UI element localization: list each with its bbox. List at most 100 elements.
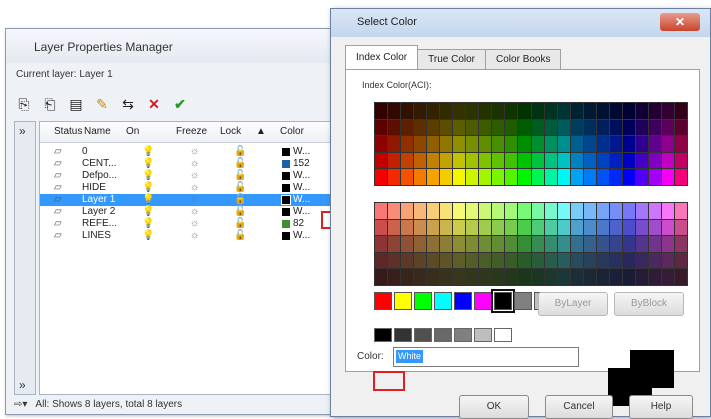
aci-swatch[interactable] [505, 136, 518, 152]
aci-swatch[interactable] [388, 236, 401, 252]
aci-swatch[interactable] [388, 169, 401, 185]
aci-swatch[interactable] [388, 152, 401, 169]
aci-swatch[interactable] [401, 236, 414, 252]
aci-swatch[interactable] [557, 269, 570, 285]
aci-swatch[interactable] [635, 119, 648, 136]
aci-swatch[interactable] [648, 252, 661, 269]
gray-color-swatch[interactable] [434, 328, 452, 342]
aci-swatch[interactable] [466, 203, 479, 219]
aci-swatch[interactable] [622, 219, 635, 236]
aci-swatch[interactable] [440, 152, 453, 169]
aci-swatch[interactable] [570, 203, 583, 219]
layer-color-name[interactable]: W... [293, 194, 310, 205]
aci-swatch[interactable] [466, 152, 479, 169]
aci-swatch[interactable] [544, 136, 557, 152]
aci-swatch[interactable] [440, 236, 453, 252]
aci-swatch[interactable] [635, 136, 648, 152]
aci-swatch[interactable] [570, 136, 583, 152]
aci-swatch[interactable] [557, 203, 570, 219]
aci-swatch[interactable] [596, 269, 609, 285]
gray-color-swatch[interactable] [454, 328, 472, 342]
layer-row[interactable]: ▱ HIDE 💡 ☼ 🔓 W... [40, 182, 342, 194]
aci-swatch[interactable] [479, 152, 492, 169]
aci-swatch[interactable] [401, 103, 414, 119]
aci-swatch[interactable] [674, 252, 687, 269]
aci-swatch[interactable] [375, 269, 388, 285]
standard-color-swatch[interactable] [491, 289, 515, 313]
aci-swatch[interactable] [518, 203, 531, 219]
aci-swatch[interactable] [544, 152, 557, 169]
layer-lock-icon[interactable]: 🔓 [234, 194, 246, 205]
aci-swatch[interactable] [661, 252, 674, 269]
aci-swatch[interactable] [375, 169, 388, 185]
aci-swatch[interactable] [609, 103, 622, 119]
aci-swatch[interactable] [492, 103, 505, 119]
aci-swatch[interactable] [440, 219, 453, 236]
aci-swatch[interactable] [674, 152, 687, 169]
aci-swatch[interactable] [648, 169, 661, 185]
aci-swatch[interactable] [440, 169, 453, 185]
aci-swatch[interactable] [492, 219, 505, 236]
layer-name[interactable]: CENT... [82, 158, 116, 169]
layer-row[interactable]: ▱ 0 💡 ☼ 🔓 W... [40, 146, 342, 158]
layer-row[interactable]: ▱ CENT... 💡 ☼ 🔓 152 [40, 158, 342, 170]
layer-color-swatch[interactable] [282, 208, 290, 216]
aci-swatch[interactable] [674, 269, 687, 285]
aci-swatch[interactable] [661, 136, 674, 152]
aci-swatch[interactable] [479, 219, 492, 236]
layer-lock-icon[interactable]: 🔓 [234, 158, 246, 169]
aci-swatch[interactable] [583, 236, 596, 252]
aci-swatch[interactable] [635, 103, 648, 119]
aci-swatch[interactable] [427, 236, 440, 252]
aci-swatch[interactable] [427, 136, 440, 152]
aci-swatch[interactable] [544, 252, 557, 269]
aci-swatch[interactable] [661, 203, 674, 219]
standard-color-swatch[interactable] [474, 292, 492, 310]
aci-swatch[interactable] [570, 219, 583, 236]
layer-freeze-icon[interactable]: ☼ [190, 218, 199, 229]
aci-swatch[interactable] [453, 203, 466, 219]
aci-swatch[interactable] [518, 169, 531, 185]
aci-swatch[interactable] [414, 219, 427, 236]
aci-swatch[interactable] [492, 152, 505, 169]
layer-states-icon[interactable]: ▤ [66, 94, 86, 114]
aci-swatch[interactable] [453, 219, 466, 236]
layer-lock-icon[interactable]: 🔓 [234, 182, 246, 193]
aci-swatch[interactable] [570, 169, 583, 185]
aci-swatch[interactable] [427, 203, 440, 219]
aci-swatch[interactable] [596, 119, 609, 136]
aci-swatch[interactable] [648, 152, 661, 169]
aci-swatch[interactable] [414, 119, 427, 136]
aci-swatch[interactable] [466, 236, 479, 252]
aci-swatch[interactable] [414, 152, 427, 169]
aci-swatch[interactable] [479, 269, 492, 285]
aci-swatch[interactable] [388, 203, 401, 219]
new-layer-icon[interactable]: ✎ [92, 94, 112, 114]
filter-toggle-icon[interactable]: ⇨▾ [14, 399, 27, 410]
layer-color-swatch[interactable] [282, 220, 290, 228]
aci-swatch[interactable] [583, 136, 596, 152]
standard-color-swatch[interactable] [434, 292, 452, 310]
aci-swatch[interactable] [557, 152, 570, 169]
layer-lock-icon[interactable]: 🔓 [234, 218, 246, 229]
aci-swatch[interactable] [479, 252, 492, 269]
layer-freeze-icon[interactable]: ☼ [190, 194, 199, 205]
aci-swatch[interactable] [440, 103, 453, 119]
aci-swatch[interactable] [375, 136, 388, 152]
aci-swatch[interactable] [427, 103, 440, 119]
layer-name[interactable]: LINES [82, 230, 111, 241]
layer-freeze-icon[interactable]: ☼ [190, 230, 199, 241]
aci-swatch[interactable] [479, 103, 492, 119]
aci-swatch[interactable] [492, 269, 505, 285]
aci-swatch[interactable] [583, 269, 596, 285]
aci-swatch[interactable] [635, 236, 648, 252]
aci-swatch[interactable] [375, 203, 388, 219]
aci-swatch[interactable] [622, 252, 635, 269]
standard-color-swatch[interactable] [454, 292, 472, 310]
aci-swatch[interactable] [453, 236, 466, 252]
layer-row[interactable]: ▱ Layer 2 💡 ☼ 🔓 W... [40, 206, 342, 218]
aci-swatch[interactable] [622, 136, 635, 152]
aci-swatch[interactable] [440, 269, 453, 285]
aci-swatch[interactable] [661, 152, 674, 169]
aci-swatch[interactable] [427, 252, 440, 269]
